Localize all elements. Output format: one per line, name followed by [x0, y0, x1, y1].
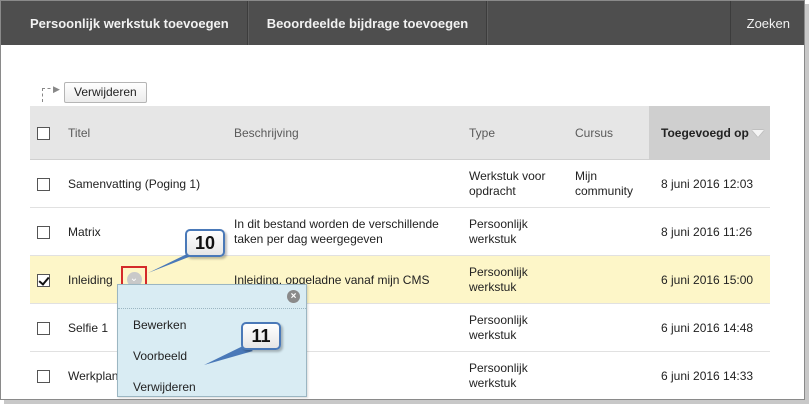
sort-descending-icon [751, 130, 764, 138]
column-header-added[interactable]: Toegevoegd op [649, 106, 770, 160]
row-course [575, 352, 655, 399]
bulk-action-row: ▶ Verwijderen [39, 81, 147, 103]
row-checkbox[interactable] [37, 321, 50, 335]
row-course [575, 256, 655, 304]
search-button[interactable]: Zoeken [729, 1, 804, 45]
row-type: Persoonlijk werkstuk [469, 217, 528, 246]
row-type: Werkstuk voor opdracht [469, 169, 546, 198]
row-checkbox[interactable] [37, 177, 50, 191]
row-type: Persoonlijk werkstuk [469, 313, 528, 342]
row-course [575, 208, 655, 256]
window-shadow-bottom [4, 400, 809, 404]
step-callout-11: 11 [241, 322, 281, 350]
row-type: Persoonlijk werkstuk [469, 265, 528, 294]
row-date: 8 juni 2016 11:26 [661, 224, 753, 239]
action-bar-spacer [487, 1, 729, 45]
action-bar: Persoonlijk werkstuk toevoegen Beoordeel… [1, 1, 804, 45]
row-description: In dit bestand worden de verschillende t… [234, 217, 439, 246]
select-all-checkbox[interactable] [37, 126, 50, 140]
row-date: 6 juni 2016 15:00 [661, 272, 754, 287]
column-header-title[interactable]: Titel [68, 106, 90, 160]
window-shadow-right [805, 4, 809, 404]
close-icon[interactable]: × [287, 290, 300, 303]
app-window: Persoonlijk werkstuk toevoegen Beoordeel… [0, 0, 805, 400]
column-header-description[interactable]: Beschrijving [234, 106, 299, 160]
row-course: Mijn community [575, 169, 634, 198]
row-checkbox[interactable] [37, 369, 50, 383]
row-course [575, 304, 655, 352]
row-date: 6 juni 2016 14:33 [661, 368, 754, 383]
row-title[interactable]: Samenvatting (Poging 1) [68, 160, 228, 208]
column-header-type[interactable]: Type [469, 106, 495, 160]
column-header-added-label: Toegevoegd op [661, 126, 749, 140]
select-all-cell [37, 106, 50, 160]
column-header-course[interactable]: Cursus [575, 106, 613, 160]
table-row: Matrix In dit bestand worden de verschil… [30, 208, 770, 256]
table-header: Titel Beschrijving Type Cursus Toegevoeg… [30, 106, 770, 160]
row-checkbox-checked[interactable] [37, 273, 50, 287]
menu-item-delete[interactable]: Verwijderen [118, 371, 306, 399]
row-description [234, 160, 464, 208]
add-personal-artifact-button[interactable]: Persoonlijk werkstuk toevoegen [1, 1, 248, 45]
table-row: Samenvatting (Poging 1) Werkstuk voor op… [30, 160, 770, 208]
delete-selected-button[interactable]: Verwijderen [64, 81, 147, 103]
bulk-arrow-icon: ▶ [39, 81, 61, 103]
row-type: Persoonlijk werkstuk [469, 361, 528, 390]
row-date: 6 juni 2016 14:48 [661, 320, 754, 335]
row-checkbox[interactable] [37, 225, 50, 239]
menu-header: × [118, 285, 306, 309]
step-callout-10: 10 [185, 229, 225, 257]
row-date: 8 juni 2016 12:03 [661, 176, 754, 191]
add-graded-contribution-button[interactable]: Beoordeelde bijdrage toevoegen [247, 1, 488, 45]
